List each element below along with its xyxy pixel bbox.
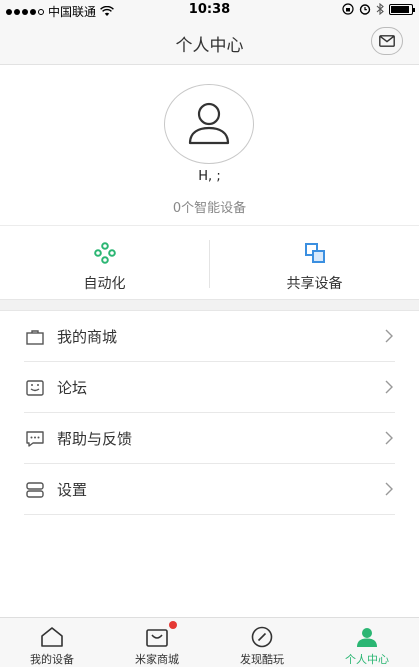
battery-fill (391, 5, 410, 13)
chevron-right-icon (385, 482, 393, 496)
menu-item-feedback[interactable]: 帮助与反馈 (0, 413, 419, 464)
tab-label-profile: 个人中心 (345, 653, 389, 666)
profile-icon (357, 628, 377, 647)
section-gap (0, 299, 419, 311)
chevron-right-icon (385, 329, 393, 343)
mail-icon (379, 35, 395, 47)
automation-icon (94, 242, 116, 264)
shop-bag-icon (26, 330, 44, 345)
chevron-right-icon (385, 431, 393, 445)
home-icon (41, 627, 63, 647)
forum-icon (26, 380, 44, 396)
automation-label: 自动化 (83, 276, 126, 292)
feedback-icon (26, 431, 44, 447)
share-device-label: 共享设备 (286, 276, 343, 292)
share-device-button[interactable]: 共享设备 (210, 226, 419, 300)
compass-icon (251, 626, 273, 648)
battery-icon (389, 3, 415, 15)
tab-bar: 我的设备 米家商城 发现酷玩 个人中心 (0, 617, 419, 667)
user-avatar-icon (188, 102, 230, 145)
device-count: 0个智能设备 (172, 201, 247, 216)
automation-button[interactable]: 自动化 (0, 226, 209, 300)
menu-item-forum[interactable]: 论坛 (0, 362, 419, 413)
tab-my-devices[interactable]: 我的设备 (0, 618, 104, 667)
page-title: 个人中心 (175, 36, 244, 56)
menu-label-settings: 设置 (57, 481, 88, 499)
profile-section: H, ; 0个智能设备 (0, 65, 419, 225)
username: H, ; (198, 169, 221, 184)
share-device-icon (305, 243, 325, 263)
notification-badge (169, 621, 177, 629)
settings-icon (26, 482, 44, 498)
alarm-icon (359, 4, 371, 15)
quick-actions: 自动化 共享设备 (0, 225, 419, 299)
status-bar: 中国联通 10:38 (0, 0, 419, 20)
tab-label-my-devices: 我的设备 (30, 653, 74, 666)
shop-icon (146, 629, 168, 647)
chevron-right-icon (385, 380, 393, 394)
tab-profile[interactable]: 个人中心 (315, 618, 419, 667)
menu-item-settings[interactable]: 设置 (0, 464, 419, 515)
message-button[interactable] (371, 27, 403, 55)
bluetooth-icon (376, 3, 384, 15)
menu-label-forum: 论坛 (57, 379, 88, 397)
tab-discover[interactable]: 发现酷玩 (210, 618, 314, 667)
menu-label-shop: 我的商城 (57, 328, 118, 346)
avatar[interactable] (164, 84, 254, 164)
menu-list: 我的商城 论坛 帮助与反馈 设置 (0, 311, 419, 515)
tab-mi-shop[interactable]: 米家商城 (105, 618, 209, 667)
tab-label-discover: 发现酷玩 (240, 653, 284, 666)
menu-item-shop[interactable]: 我的商城 (0, 311, 419, 362)
orientation-lock-icon (342, 3, 354, 15)
menu-label-feedback: 帮助与反馈 (57, 430, 133, 448)
tab-label-mi-shop: 米家商城 (135, 653, 179, 666)
status-right (342, 3, 415, 15)
nav-bar: 个人中心 (0, 20, 419, 65)
